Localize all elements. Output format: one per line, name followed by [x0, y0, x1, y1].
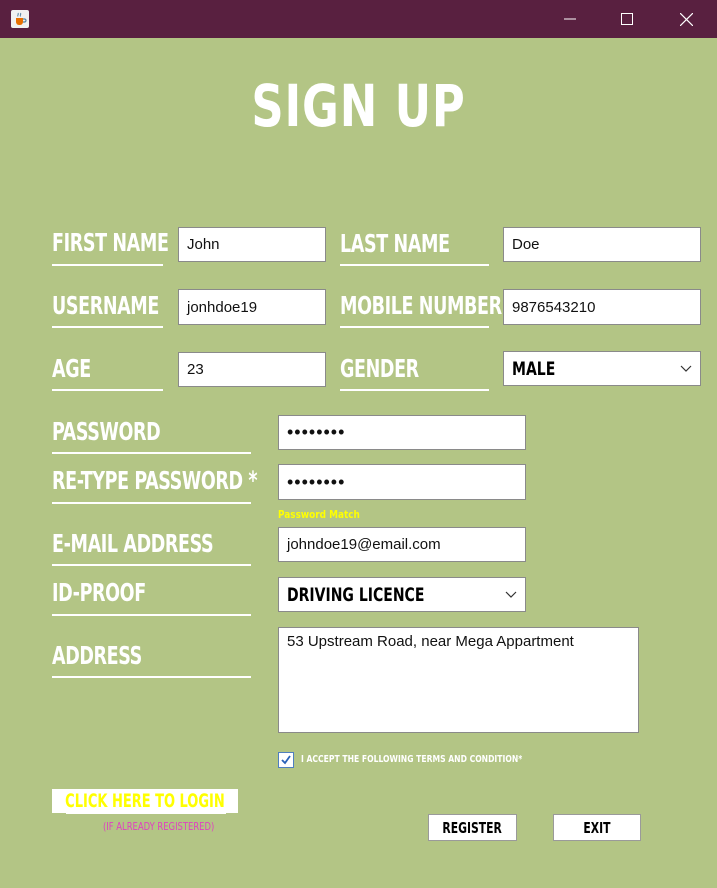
register-button[interactable]: REGISTER: [428, 814, 517, 841]
username-field[interactable]: jonhdoe19: [178, 289, 326, 325]
gender-underline: [340, 389, 489, 391]
login-link-text: CLICK HERE TO LOGIN: [65, 790, 225, 812]
id-proof-select[interactable]: DRIVING LICENCE: [278, 577, 526, 612]
age-label: AGE: [52, 354, 91, 383]
password-underline: [52, 452, 251, 454]
id-proof-underline: [52, 614, 251, 616]
register-button-label: REGISTER: [442, 818, 503, 837]
exit-button[interactable]: EXIT: [553, 814, 641, 841]
minimize-button[interactable]: [541, 0, 599, 38]
login-link-underline: [66, 813, 226, 814]
last-name-field[interactable]: Doe: [503, 227, 701, 262]
age-field[interactable]: 23: [178, 352, 326, 387]
terms-label: I ACCEPT THE FOLLOWING TERMS AND CONDITI…: [301, 754, 523, 765]
close-icon: [679, 12, 693, 26]
java-cup-icon: [11, 10, 29, 28]
first-name-underline: [52, 264, 163, 266]
maximize-button[interactable]: [598, 0, 656, 38]
email-field[interactable]: johndoe19@email.com: [278, 527, 526, 562]
gender-label: GENDER: [340, 354, 419, 383]
email-label: E-MAIL ADDRESS: [52, 529, 214, 558]
username-underline: [52, 326, 163, 328]
chevron-down-icon: [680, 365, 692, 372]
login-note: (IF ALREADY REGISTERED): [103, 820, 215, 833]
page-title: SIGN UP: [251, 72, 466, 140]
password-label: PASSWORD: [52, 417, 161, 446]
close-button[interactable]: [657, 0, 715, 38]
retype-password-underline: [52, 502, 251, 504]
terms-checkbox[interactable]: [278, 752, 294, 768]
id-proof-selected-value: DRIVING LICENCE: [287, 583, 425, 606]
gender-selected-value: MALE: [512, 357, 556, 380]
password-match-hint: Password Match: [278, 508, 360, 521]
id-proof-label: ID-PROOF: [52, 578, 146, 607]
last-name-underline: [340, 264, 489, 266]
mobile-number-field[interactable]: 9876543210: [503, 289, 701, 325]
chevron-down-icon: [505, 591, 517, 598]
window-titlebar: [0, 0, 717, 38]
last-name-label: LAST NAME: [340, 229, 450, 258]
minimize-icon: [564, 18, 576, 20]
address-underline: [52, 676, 251, 678]
address-textarea[interactable]: 53 Upstream Road, near Mega Appartment: [278, 627, 639, 733]
exit-button-label: EXIT: [583, 818, 611, 837]
age-underline: [52, 389, 163, 391]
email-underline: [52, 564, 251, 566]
mobile-number-underline: [340, 326, 489, 328]
retype-password-label: RE-TYPE PASSWORD *: [52, 466, 258, 495]
gender-select[interactable]: MALE: [503, 351, 701, 386]
username-label: USERNAME: [52, 291, 159, 320]
password-field[interactable]: ••••••••: [278, 415, 526, 450]
maximize-icon: [621, 13, 633, 25]
retype-password-field[interactable]: ••••••••: [278, 464, 526, 500]
login-link[interactable]: CLICK HERE TO LOGIN: [52, 789, 238, 813]
first-name-label: FIRST NAME: [52, 228, 169, 257]
first-name-field[interactable]: John: [178, 227, 326, 262]
address-label: ADDRESS: [52, 641, 142, 670]
checkmark-icon: [281, 755, 291, 765]
mobile-number-label: MOBILE NUMBER: [340, 291, 502, 320]
